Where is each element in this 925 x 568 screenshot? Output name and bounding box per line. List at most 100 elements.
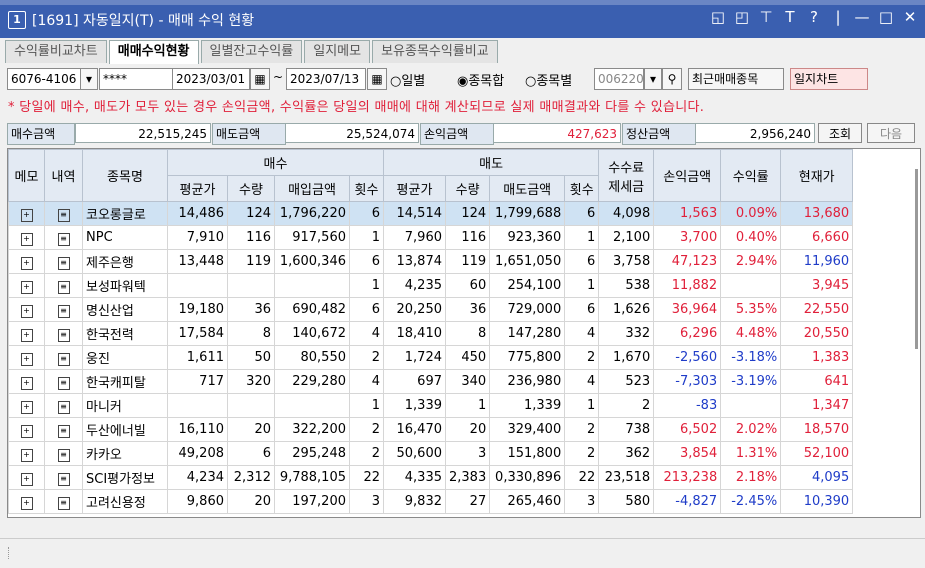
cascade-icon[interactable]: ◰ bbox=[733, 8, 751, 26]
stock-name-cell[interactable]: 고려신용정 bbox=[82, 489, 168, 514]
stock-name-cell[interactable]: 한국전력 bbox=[82, 321, 168, 346]
history-cell[interactable]: ≡ bbox=[44, 297, 83, 322]
stock-name-cell[interactable]: 마니커 bbox=[82, 393, 168, 418]
close-icon[interactable]: ✕ bbox=[901, 8, 919, 26]
memo-cell[interactable]: + bbox=[8, 369, 45, 394]
memo-edit-icon[interactable]: + bbox=[20, 232, 33, 246]
stock-name-cell[interactable]: 두산에너빌 bbox=[82, 417, 168, 442]
table-row[interactable]: + ≡ 두산에너빌 16,110 20 322,200 2 16,470 20 329,400 2 7… bbox=[8, 417, 854, 442]
table-row[interactable]: + ≡ 제주은행 13,448 119 1,600,346 6 13,874 119 1,651,… bbox=[8, 249, 854, 274]
maximize-icon[interactable]: □ bbox=[877, 8, 895, 26]
history-doc-icon[interactable]: ≡ bbox=[57, 424, 70, 438]
table-row[interactable]: + ≡ 웅진 1,611 50 80,550 2 1,724 450 775,800 2 1,670-… bbox=[8, 345, 854, 370]
table-row[interactable]: + ≡ 한국전력 17,584 8 140,672 4 18,410 8 147,280 4 332 6… bbox=[8, 321, 854, 346]
recent-trades-button[interactable]: 최근매매종목 bbox=[688, 68, 784, 90]
memo-cell[interactable]: + bbox=[8, 249, 45, 274]
password-field[interactable]: **** bbox=[99, 68, 173, 90]
memo-edit-icon[interactable]: + bbox=[20, 352, 33, 366]
history-cell[interactable]: ≡ bbox=[44, 441, 83, 466]
stock-name-cell[interactable]: 제주은행 bbox=[82, 249, 168, 274]
vertical-scrollbar[interactable] bbox=[915, 169, 918, 349]
radio-daily[interactable]: ○일별 bbox=[390, 70, 425, 89]
history-doc-icon[interactable]: ≡ bbox=[57, 400, 70, 414]
history-doc-icon[interactable]: ≡ bbox=[57, 232, 70, 246]
stock-name-cell[interactable]: 코오롱글로 bbox=[82, 201, 168, 226]
history-cell[interactable]: ≡ bbox=[44, 345, 83, 370]
table-row[interactable]: + ≡ 코오롱글로 14,486 124 1,796,220 6 14,514 124 1,799… bbox=[8, 201, 854, 226]
stock-name-cell[interactable]: 명신산업 bbox=[82, 297, 168, 322]
calendar-from-icon[interactable]: ▦ bbox=[250, 68, 270, 90]
date-to-field[interactable]: 2023/07/13 bbox=[286, 68, 366, 90]
stock-name-cell[interactable]: SCI평가정보 bbox=[82, 465, 168, 490]
history-doc-icon[interactable]: ≡ bbox=[57, 352, 70, 366]
memo-edit-icon[interactable]: + bbox=[20, 472, 33, 486]
table-row[interactable]: + ≡ 보성파워텍 1 4,235 60 254,100 1 538 11,882 3,945 bbox=[8, 273, 854, 298]
memo-cell[interactable]: + bbox=[8, 273, 45, 298]
history-cell[interactable]: ≡ bbox=[44, 201, 83, 226]
memo-cell[interactable]: + bbox=[8, 489, 45, 514]
stock-name-cell[interactable]: 한국캐피탈 bbox=[82, 369, 168, 394]
restore-icon[interactable]: ◱ bbox=[709, 8, 727, 26]
help-icon[interactable]: ? bbox=[805, 8, 823, 26]
table-row[interactable]: + ≡ 한국캐피탈 717 320 229,280 4 697 340 236,980 4 523 -7… bbox=[8, 369, 854, 394]
table-row[interactable]: + ≡ SCI평가정보 4,234 2,312 9,788,105 22 4,335 2,383… bbox=[8, 465, 854, 490]
stock-name-cell[interactable]: NPC bbox=[82, 225, 168, 250]
table-row[interactable]: + ≡ NPC 7,910 116 917,560 1 7,960 116 923,360 1 2,1… bbox=[8, 225, 854, 250]
account-field[interactable]: 6076-4106 bbox=[7, 68, 81, 90]
memo-edit-icon[interactable]: + bbox=[20, 280, 33, 294]
stock-dropdown-icon[interactable]: ▾ bbox=[644, 68, 662, 90]
history-doc-icon[interactable]: ≡ bbox=[57, 496, 70, 510]
stock-code-field[interactable]: 006220 bbox=[594, 68, 644, 90]
calendar-to-icon[interactable]: ▦ bbox=[367, 68, 387, 90]
stock-name-cell[interactable]: 웅진 bbox=[82, 345, 168, 370]
history-cell[interactable]: ≡ bbox=[44, 249, 83, 274]
history-cell[interactable]: ≡ bbox=[44, 369, 83, 394]
memo-edit-icon[interactable]: + bbox=[20, 256, 33, 270]
journal-chart-button[interactable]: 일지차트 bbox=[790, 68, 868, 90]
memo-edit-icon[interactable]: + bbox=[20, 400, 33, 414]
history-doc-icon[interactable]: ≡ bbox=[57, 448, 70, 462]
history-cell[interactable]: ≡ bbox=[44, 273, 83, 298]
resize-grip[interactable] bbox=[8, 547, 11, 559]
minimize-icon[interactable]: — bbox=[853, 8, 871, 26]
history-doc-icon[interactable]: ≡ bbox=[57, 472, 70, 486]
history-doc-icon[interactable]: ≡ bbox=[57, 376, 70, 390]
memo-edit-icon[interactable]: + bbox=[20, 328, 33, 342]
history-cell[interactable]: ≡ bbox=[44, 465, 83, 490]
history-doc-icon[interactable]: ≡ bbox=[57, 328, 70, 342]
history-doc-icon[interactable]: ≡ bbox=[57, 304, 70, 318]
tab-trade-profit[interactable]: 매매수익현황 bbox=[108, 40, 199, 64]
tab-return-chart[interactable]: 수익률비교차트 bbox=[5, 40, 107, 63]
memo-cell[interactable]: + bbox=[8, 345, 45, 370]
table-row[interactable]: + ≡ 명신산업 19,180 36 690,482 6 20,250 36 729,000 6 1,… bbox=[8, 297, 854, 322]
query-button[interactable]: 조회 bbox=[818, 123, 862, 143]
radio-by-stock[interactable]: ○종목별 bbox=[525, 70, 572, 89]
memo-cell[interactable]: + bbox=[8, 225, 45, 250]
tab-daily-balance[interactable]: 일별잔고수익률 bbox=[200, 40, 303, 63]
memo-cell[interactable]: + bbox=[8, 393, 45, 418]
search-icon[interactable]: ⚲ bbox=[662, 68, 682, 90]
memo-edit-icon[interactable]: + bbox=[20, 496, 33, 510]
memo-cell[interactable]: + bbox=[8, 417, 45, 442]
memo-cell[interactable]: + bbox=[8, 297, 45, 322]
memo-edit-icon[interactable]: + bbox=[20, 424, 33, 438]
next-button[interactable]: 다음 bbox=[867, 123, 915, 143]
memo-cell[interactable]: + bbox=[8, 465, 45, 490]
history-cell[interactable]: ≡ bbox=[44, 393, 83, 418]
radio-stock-total[interactable]: ◉종목합 bbox=[457, 70, 504, 89]
table-row[interactable]: + ≡ 마니커 1 1,339 1 1,339 1 2 -83 1,347 bbox=[8, 393, 854, 418]
table-row[interactable]: + ≡ 카카오 49,208 6 295,248 2 50,600 3 151,800 2 362 3,… bbox=[8, 441, 854, 466]
history-cell[interactable]: ≡ bbox=[44, 489, 83, 514]
memo-cell[interactable]: + bbox=[8, 441, 45, 466]
stock-name-cell[interactable]: 카카오 bbox=[82, 441, 168, 466]
tab-journal-memo[interactable]: 일지메모 bbox=[304, 40, 371, 63]
date-from-field[interactable]: 2023/03/01 bbox=[172, 68, 250, 90]
history-cell[interactable]: ≡ bbox=[44, 321, 83, 346]
memo-edit-icon[interactable]: + bbox=[20, 376, 33, 390]
history-cell[interactable]: ≡ bbox=[44, 417, 83, 442]
memo-cell[interactable]: + bbox=[8, 321, 45, 346]
pin-icon[interactable]: ⊤ bbox=[757, 8, 775, 26]
memo-edit-icon[interactable]: + bbox=[20, 208, 33, 222]
stock-name-cell[interactable]: 보성파워텍 bbox=[82, 273, 168, 298]
font-size-icon[interactable]: T bbox=[781, 8, 799, 26]
